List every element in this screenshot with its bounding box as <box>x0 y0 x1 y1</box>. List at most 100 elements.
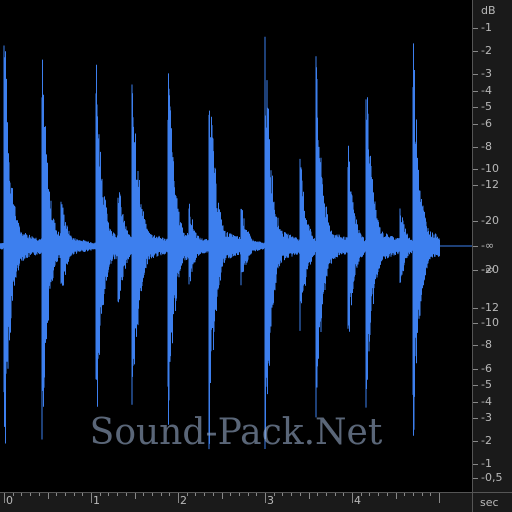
time-minor-tick <box>143 493 145 496</box>
db-tick <box>473 464 478 465</box>
db-tick <box>473 385 478 386</box>
db-tick-label: -6 <box>481 117 492 130</box>
db-tick <box>473 91 478 92</box>
time-minor-tick <box>334 493 336 496</box>
db-tick-label: -3 <box>481 67 492 80</box>
db-tick <box>473 478 478 479</box>
db-tick-label: -8 <box>481 338 492 351</box>
db-tick-label: -1 <box>481 457 492 470</box>
time-minor-tick <box>369 493 371 496</box>
time-minor-tick <box>282 493 284 496</box>
db-tick-label: -4 <box>481 84 492 97</box>
db-tick <box>473 369 478 370</box>
time-minor-tick <box>221 493 223 499</box>
time-minor-tick <box>291 493 293 496</box>
time-minor-tick <box>230 493 232 496</box>
db-tick <box>473 169 478 170</box>
time-minor-tick <box>204 493 206 496</box>
time-unit-label: sec <box>480 496 499 509</box>
time-major-tick <box>352 493 353 503</box>
time-minor-tick <box>117 493 119 496</box>
time-minor-tick <box>343 493 345 496</box>
time-major-tick <box>439 493 440 503</box>
db-tick-label: -12 <box>481 178 499 191</box>
time-minor-tick <box>151 493 153 496</box>
time-minor-tick <box>238 493 240 496</box>
db-tick-label: -8 <box>481 140 492 153</box>
time-unit-corner: sec <box>472 492 512 512</box>
time-minor-tick <box>73 493 75 496</box>
db-tick <box>473 323 478 324</box>
time-minor-tick <box>64 493 66 496</box>
db-tick-label: -2 <box>481 44 492 57</box>
time-minor-tick <box>212 493 214 496</box>
db-tick <box>473 74 478 75</box>
db-tick-label: -20 <box>481 263 499 276</box>
db-tick <box>473 147 478 148</box>
time-minor-tick <box>395 493 397 499</box>
db-tick <box>473 246 478 247</box>
time-minor-tick <box>247 493 249 496</box>
time-tick-label: 4 <box>354 494 361 507</box>
db-tick-label: -2 <box>481 434 492 447</box>
db-tick-label: -∞ <box>481 239 495 252</box>
time-major-tick <box>265 493 266 503</box>
time-minor-tick <box>82 493 84 496</box>
db-tick-label: -1 <box>481 21 492 34</box>
time-major-tick <box>91 493 92 503</box>
time-minor-tick <box>125 493 127 496</box>
db-tick-label: -4 <box>481 395 492 408</box>
time-minor-tick <box>195 493 197 496</box>
db-tick-label: -20 <box>481 214 499 227</box>
time-tick-label: 3 <box>267 494 274 507</box>
db-tick <box>473 107 478 108</box>
time-tick-label: 0 <box>6 494 13 507</box>
db-tick-label: -5 <box>481 100 492 113</box>
db-ruler[interactable]: dB -1 -2 -3 -4 -5 -6 -8 -10 -12 -20 -∞ -∞ -20 -12 -10-… <box>472 0 512 492</box>
time-minor-tick <box>160 493 162 496</box>
db-tick <box>473 418 478 419</box>
time-minor-tick <box>308 493 310 499</box>
time-minor-tick <box>421 493 423 496</box>
waveform-editor: Sound-Pack.Net dB -1 -2 -3 -4 -5 -6 -8 -10 -12 -2… <box>0 0 512 512</box>
time-minor-tick <box>21 493 23 496</box>
db-tick <box>473 51 478 52</box>
db-tick-label: -6 <box>481 362 492 375</box>
db-tick <box>473 441 478 442</box>
waveform-svg[interactable] <box>0 0 472 492</box>
time-minor-tick <box>317 493 319 496</box>
time-ruler[interactable]: 0 1 2 3 4 <box>0 492 472 512</box>
time-minor-tick <box>134 493 136 499</box>
time-minor-tick <box>386 493 388 496</box>
time-major-tick <box>178 493 179 503</box>
time-minor-tick <box>30 493 32 496</box>
time-minor-tick <box>38 493 40 496</box>
db-tick <box>473 402 478 403</box>
db-tick-label: -5 <box>481 378 492 391</box>
time-minor-tick <box>47 493 49 499</box>
time-minor-tick <box>108 493 110 496</box>
db-tick <box>473 270 478 271</box>
waveform-channel <box>0 36 440 450</box>
db-tick <box>473 28 478 29</box>
time-tick-label: 2 <box>180 494 187 507</box>
time-minor-tick <box>412 493 414 496</box>
time-minor-tick <box>256 493 258 496</box>
time-minor-tick <box>378 493 380 496</box>
db-tick <box>473 345 478 346</box>
db-tick <box>473 308 478 309</box>
db-tick-label: -3 <box>481 411 492 424</box>
time-minor-tick <box>299 493 301 496</box>
db-tick-label: -12 <box>481 301 499 314</box>
db-tick-label: -0,5 <box>481 471 503 484</box>
db-unit-label: dB <box>481 4 496 17</box>
time-major-tick <box>4 493 5 503</box>
time-tick-label: 1 <box>93 494 100 507</box>
db-tick-label: -10 <box>481 162 499 175</box>
db-tick <box>473 185 478 186</box>
time-minor-tick <box>169 493 171 496</box>
time-minor-tick <box>430 493 432 496</box>
waveform-view[interactable]: Sound-Pack.Net <box>0 0 472 492</box>
time-minor-tick <box>56 493 58 496</box>
db-tick <box>473 124 478 125</box>
